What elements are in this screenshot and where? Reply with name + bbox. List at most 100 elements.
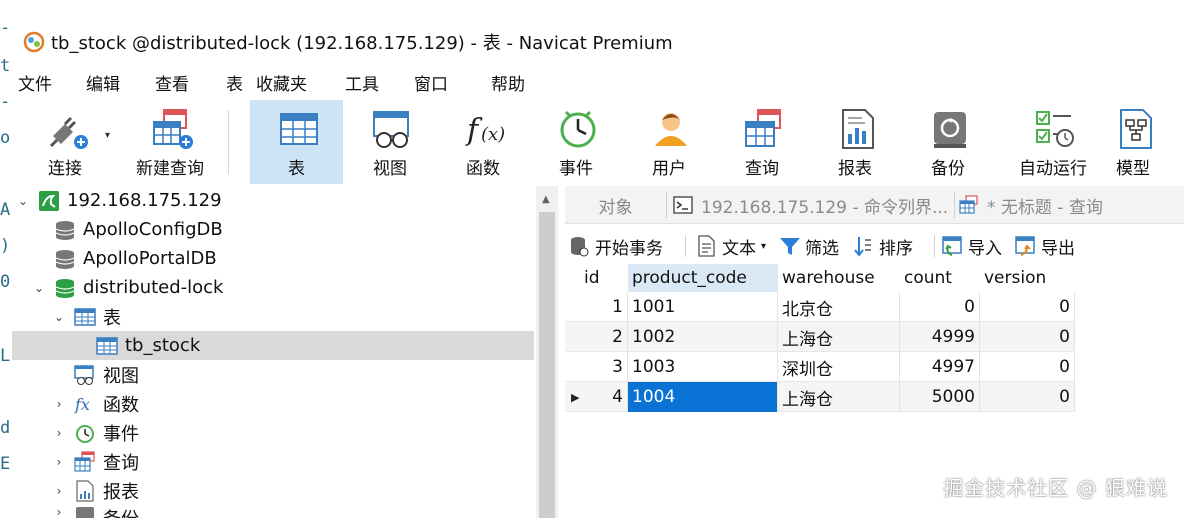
chevron-right-icon[interactable]: › xyxy=(52,426,66,440)
tree-db-distributed-lock[interactable]: ⌄ distributed-lock xyxy=(32,273,224,302)
model-icon xyxy=(1113,106,1153,152)
chevron-right-icon[interactable]: › xyxy=(52,455,66,469)
menu-bar: 文件 编辑 查看 表 收藏夹 工具 窗口 帮助 xyxy=(12,66,1184,96)
column-header-version[interactable]: version xyxy=(980,264,1075,292)
cell-count[interactable]: 4999 xyxy=(900,322,980,352)
cell-version[interactable]: 0 xyxy=(980,382,1075,412)
cell-count[interactable]: 0 xyxy=(900,292,980,322)
tree-functions-folder[interactable]: › fx 函数 xyxy=(52,389,139,418)
cell-product-code-selected[interactable]: 1004 xyxy=(628,382,778,412)
import-button[interactable]: 导入 xyxy=(942,232,1002,260)
toolbar-separator xyxy=(685,235,686,257)
new-query-button[interactable]: 新建查询 xyxy=(122,100,218,184)
cell-warehouse[interactable]: 上海仓 xyxy=(778,322,900,352)
begin-transaction-button[interactable]: 开始事务 xyxy=(569,232,663,260)
table-row[interactable]: 3 1003 深圳仓 4997 0 xyxy=(565,352,1075,382)
table-button[interactable]: 表 xyxy=(250,100,343,184)
grid-toolbar: 开始事务 文本 ▾ 筛选 排序 导入 导出 xyxy=(565,226,1184,264)
cell-version[interactable]: 0 xyxy=(980,292,1075,322)
table-row[interactable]: 1 1001 北京仓 0 0 xyxy=(565,292,1075,322)
tree-views-folder[interactable]: 视图 xyxy=(74,360,139,389)
database-icon xyxy=(54,248,76,270)
view-button[interactable]: 视图 xyxy=(355,100,425,184)
button-label: 导出 xyxy=(1041,238,1075,259)
menu-edit[interactable]: 编辑 xyxy=(86,70,120,95)
cell-warehouse[interactable]: 北京仓 xyxy=(778,292,900,322)
event-button[interactable]: 事件 xyxy=(541,100,611,184)
filter-button[interactable]: 筛选 xyxy=(779,232,839,260)
table-row[interactable]: ▶ 4 1004 上海仓 5000 0 xyxy=(565,382,1075,412)
window-title: tb_stock @distributed-lock (192.168.175.… xyxy=(51,33,673,54)
tree-scrollbar[interactable]: ▲ xyxy=(536,186,558,518)
cell-warehouse[interactable]: 深圳仓 xyxy=(778,352,900,382)
tree-tables-folder[interactable]: ⌄ 表 xyxy=(52,302,121,331)
tree-connection[interactable]: ⌄ 192.168.175.129 xyxy=(16,186,222,215)
chevron-down-icon[interactable]: ⌄ xyxy=(32,281,46,295)
tab-command-line[interactable]: 192.168.175.129 - 命令列界... xyxy=(673,186,953,224)
model-button[interactable]: 模型 xyxy=(1110,100,1156,184)
cell-version[interactable]: 0 xyxy=(980,352,1075,382)
cell-product-code[interactable]: 1001 xyxy=(628,292,778,322)
column-header-id[interactable]: id xyxy=(580,264,628,292)
column-header-warehouse[interactable]: warehouse xyxy=(778,264,900,292)
menu-file[interactable]: 文件 xyxy=(18,70,52,95)
export-button[interactable]: 导出 xyxy=(1015,232,1075,260)
scrollbar-thumb[interactable] xyxy=(539,212,555,518)
tab-objects[interactable]: 对象 xyxy=(565,186,666,224)
edge-char: o xyxy=(0,128,11,148)
tab-label: 对象 xyxy=(598,197,633,218)
database-open-icon xyxy=(54,277,76,299)
report-button[interactable]: 报表 xyxy=(820,100,890,184)
menu-window[interactable]: 窗口 xyxy=(414,70,448,95)
automation-button[interactable]: 自动运行 xyxy=(1000,100,1106,184)
chevron-right-icon[interactable]: › xyxy=(52,505,66,518)
dropdown-arrow-icon[interactable]: ▾ xyxy=(761,241,766,252)
table-row[interactable]: 2 1002 上海仓 4999 0 xyxy=(565,322,1075,352)
menu-table[interactable]: 表 xyxy=(226,70,243,95)
cell-product-code[interactable]: 1002 xyxy=(628,322,778,352)
cell-id[interactable]: 2 xyxy=(580,322,628,352)
cell-version[interactable]: 0 xyxy=(980,322,1075,352)
connect-dropdown-arrow-icon[interactable]: ▾ xyxy=(105,130,110,141)
sort-button[interactable]: 排序 xyxy=(853,232,913,260)
tree-table-tb-stock[interactable]: tb_stock xyxy=(12,331,534,360)
svg-text:(x): (x) xyxy=(481,124,505,145)
tab-untitled-query[interactable]: * 无标题 - 查询 xyxy=(959,186,1159,224)
menu-help[interactable]: 帮助 xyxy=(491,70,525,95)
chevron-down-icon[interactable]: ⌄ xyxy=(16,194,30,208)
cell-id[interactable]: 1 xyxy=(580,292,628,322)
chevron-right-icon[interactable]: › xyxy=(52,397,66,411)
text-button[interactable]: 文本 ▾ xyxy=(696,232,766,260)
chevron-right-icon[interactable]: › xyxy=(52,484,66,498)
tree-reports-folder[interactable]: › 报表 xyxy=(52,476,139,505)
user-button[interactable]: 用户 xyxy=(634,100,704,184)
cell-count[interactable]: 5000 xyxy=(900,382,980,412)
backup-button[interactable]: 备份 xyxy=(913,100,983,184)
menu-view[interactable]: 查看 xyxy=(155,70,189,95)
tree-events-folder[interactable]: › 事件 xyxy=(52,418,139,447)
tree-db-apolloportal[interactable]: ApolloPortalDB xyxy=(54,244,217,273)
events-label: 事件 xyxy=(103,423,139,445)
scroll-up-arrow-icon[interactable]: ▲ xyxy=(542,194,550,205)
button-label: 排序 xyxy=(879,238,913,259)
cell-count[interactable]: 4997 xyxy=(900,352,980,382)
tree-backups-folder[interactable]: › 备份 xyxy=(52,505,139,518)
menu-favorites[interactable]: 收藏夹 xyxy=(256,70,307,95)
cell-id[interactable]: 4 xyxy=(580,382,628,412)
user-icon xyxy=(649,106,689,152)
toolbar-separator xyxy=(228,110,229,174)
view-glasses-icon xyxy=(370,106,410,152)
tree-queries-folder[interactable]: › 查询 xyxy=(52,447,139,476)
cell-id[interactable]: 3 xyxy=(580,352,628,382)
tree-db-apolloconfig[interactable]: ApolloConfigDB xyxy=(54,215,223,244)
edge-char: t xyxy=(0,56,11,76)
query-button[interactable]: 查询 xyxy=(727,100,797,184)
cell-warehouse[interactable]: 上海仓 xyxy=(778,382,900,412)
function-button[interactable]: f (x) 函数 xyxy=(448,100,518,184)
cell-product-code[interactable]: 1003 xyxy=(628,352,778,382)
column-header-product-code[interactable]: product_code xyxy=(628,264,778,292)
chevron-down-icon[interactable]: ⌄ xyxy=(52,310,66,324)
connect-button[interactable]: 连接 xyxy=(34,100,96,184)
column-header-count[interactable]: count xyxy=(900,264,980,292)
menu-tools[interactable]: 工具 xyxy=(345,70,379,95)
